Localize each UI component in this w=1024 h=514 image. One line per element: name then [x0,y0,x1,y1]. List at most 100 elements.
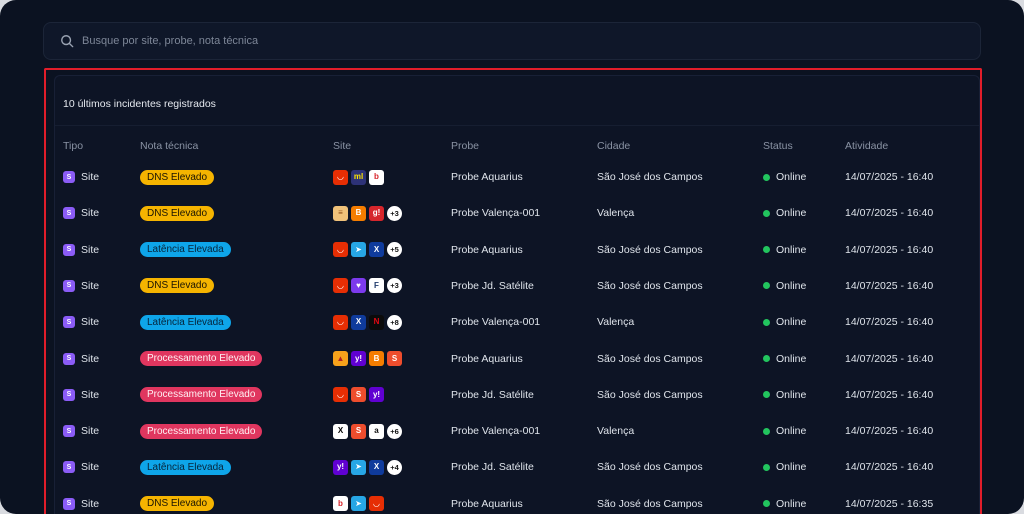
nota-badge: Latência Elevada [140,242,231,258]
more-sites-badge[interactable]: +4 [387,459,402,475]
yahoo-icon[interactable]: y! [369,387,384,403]
telegram-icon[interactable]: ➤ [351,496,366,512]
amazon-icon[interactable]: a [369,423,384,439]
more-sites-badge[interactable]: +6 [387,423,402,439]
nota-cell: Processamento Elevado [140,384,263,406]
table-row[interactable]: S Site DNS Elevado ◡ ♥ F +3 Probe Jd. Satélite S… [55,275,979,311]
nota-cell: DNS Elevado [140,166,215,188]
x-icon[interactable]: X [369,459,384,475]
tipo-cell: S Site [63,456,99,478]
table-row[interactable]: S Site DNS Elevado ◡ ml b Probe Aquarius São Jo… [55,166,979,202]
app-frame: 10 últimos incidentes registrados Tipo N… [0,0,1024,514]
site-type-icon: S [63,388,75,401]
table-row[interactable]: S Site Latência Elevada y! ➤ X +4 Probe Jd. Sat… [55,456,979,492]
more-sites-badge[interactable]: +8 [387,314,402,330]
column-header-tipo[interactable]: Tipo [63,140,83,152]
status-label: Online [776,243,807,256]
bet-icon[interactable]: b [369,169,384,185]
table-row[interactable]: S Site Processamento Elevado ◡ Sy! Probe Jd. … [55,384,979,420]
table-row[interactable]: S Site DNS Elevado ≡ Bg! +3 Probe Valença-001 V… [55,202,979,238]
cidade-cell: São José dos Campos [597,497,703,510]
more-sites-badge[interactable]: +3 [387,205,402,221]
table-row[interactable]: S Site Latência Elevada ◡ ➤ X +5 Probe Aquarius… [55,239,979,275]
site-type-icon: S [63,171,75,183]
tipo-label: Site [81,352,100,365]
aliexpress-icon[interactable]: ◡ [333,314,348,330]
aliexpress-icon[interactable]: ◡ [333,278,348,294]
sandwich-icon[interactable]: ≡ [333,205,348,221]
xp-icon[interactable]: X [333,423,348,439]
probe-cell: Probe Jd. Satélite [451,388,534,401]
nota-cell: Processamento Elevado [140,348,263,370]
shopee-icon[interactable]: S [351,387,366,403]
status-cell: Online [763,493,806,514]
shopee-icon[interactable]: S [351,423,366,439]
tipo-cell: S Site [63,202,99,224]
cidade-cell: Valença [597,425,635,438]
status-label: Online [776,388,807,401]
site-type-icon: S [63,279,75,292]
search-input[interactable] [82,35,942,47]
status-cell: Online [763,456,806,478]
x-icon[interactable]: X [351,314,366,330]
status-cell: Online [763,420,806,442]
site-type-icon: S [63,316,75,329]
blogger-icon[interactable]: B [351,205,366,221]
tipo-label: Site [81,279,100,292]
status-dot-icon [763,391,770,399]
tipo-cell: S Site [63,166,99,188]
panel-title: 10 últimos incidentes registrados [63,98,216,110]
more-sites-badge[interactable]: +3 [387,278,402,294]
purple-heart-icon[interactable]: ♥ [351,278,366,294]
nota-cell: Latência Elevada [140,456,231,478]
cidade-cell: São José dos Campos [597,171,703,183]
column-header-site[interactable]: Site [333,140,351,152]
tipo-cell: S Site [63,420,99,442]
search-bar[interactable] [43,22,981,60]
tipo-label: Site [81,497,100,510]
status-cell: Online [763,166,806,188]
telegram-icon[interactable]: ➤ [351,459,366,475]
netflix-icon[interactable]: N [369,314,384,330]
mercadolivre-icon[interactable]: ml [351,169,366,185]
status-cell: Online [763,348,806,370]
gt-icon[interactable]: g! [369,205,384,221]
nota-badge: Latência Elevada [140,459,231,475]
column-header-cidade[interactable]: Cidade [597,140,630,152]
column-header-nota[interactable]: Nota técnica [140,140,198,152]
column-header-atividade[interactable]: Atividade [845,140,888,152]
yahoo-icon[interactable]: y! [333,459,348,475]
nota-badge: Processamento Elevado [140,423,263,439]
site-type-icon: S [63,461,75,474]
site-icons-cell: ≡ Bg! +3 [333,202,402,224]
shopee-icon[interactable]: S [387,351,402,366]
pizza-icon[interactable]: ▲ [333,351,348,366]
site-type-icon: S [63,425,75,438]
table-row[interactable]: S Site DNS Elevado b ➤ ◡ Probe Aquarius São Jos… [55,493,979,514]
column-header-probe[interactable]: Probe [451,140,479,152]
more-sites-badge[interactable]: +5 [387,242,402,258]
aliexpress-icon[interactable]: ◡ [333,169,348,185]
table-row[interactable]: S Site Processamento Elevado X Sa +6 Probe Val… [55,420,979,456]
column-header-status[interactable]: Status [763,140,793,152]
probe-cell: Probe Jd. Satélite [451,461,534,474]
tipo-label: Site [81,207,100,220]
f-icon[interactable]: F [369,278,384,294]
table-row[interactable]: S Site Latência Elevada ◡ X N +8 Probe Valença-… [55,311,979,347]
table-row[interactable]: S Site Processamento Elevado ▲ y! B S Probe Aqu… [55,348,979,384]
atividade-cell: 14/07/2025 - 16:40 [845,243,934,256]
x-icon[interactable]: X [369,242,384,258]
nota-cell: DNS Elevado [140,275,215,297]
status-label: Online [776,497,807,510]
atividade-cell: 14/07/2025 - 16:40 [845,461,934,474]
site-type-icon: S [63,497,75,510]
aliexpress-icon[interactable]: ◡ [369,496,384,512]
blogger-icon[interactable]: B [369,351,384,366]
aliexpress-icon[interactable]: ◡ [333,242,348,258]
bet-icon[interactable]: b [333,496,348,512]
status-label: Online [776,171,807,183]
aliexpress-icon[interactable]: ◡ [333,387,348,403]
telegram-icon[interactable]: ➤ [351,242,366,258]
site-icons-cell: ▲ y! B S [333,348,402,370]
yahoo-icon[interactable]: y! [351,351,366,366]
